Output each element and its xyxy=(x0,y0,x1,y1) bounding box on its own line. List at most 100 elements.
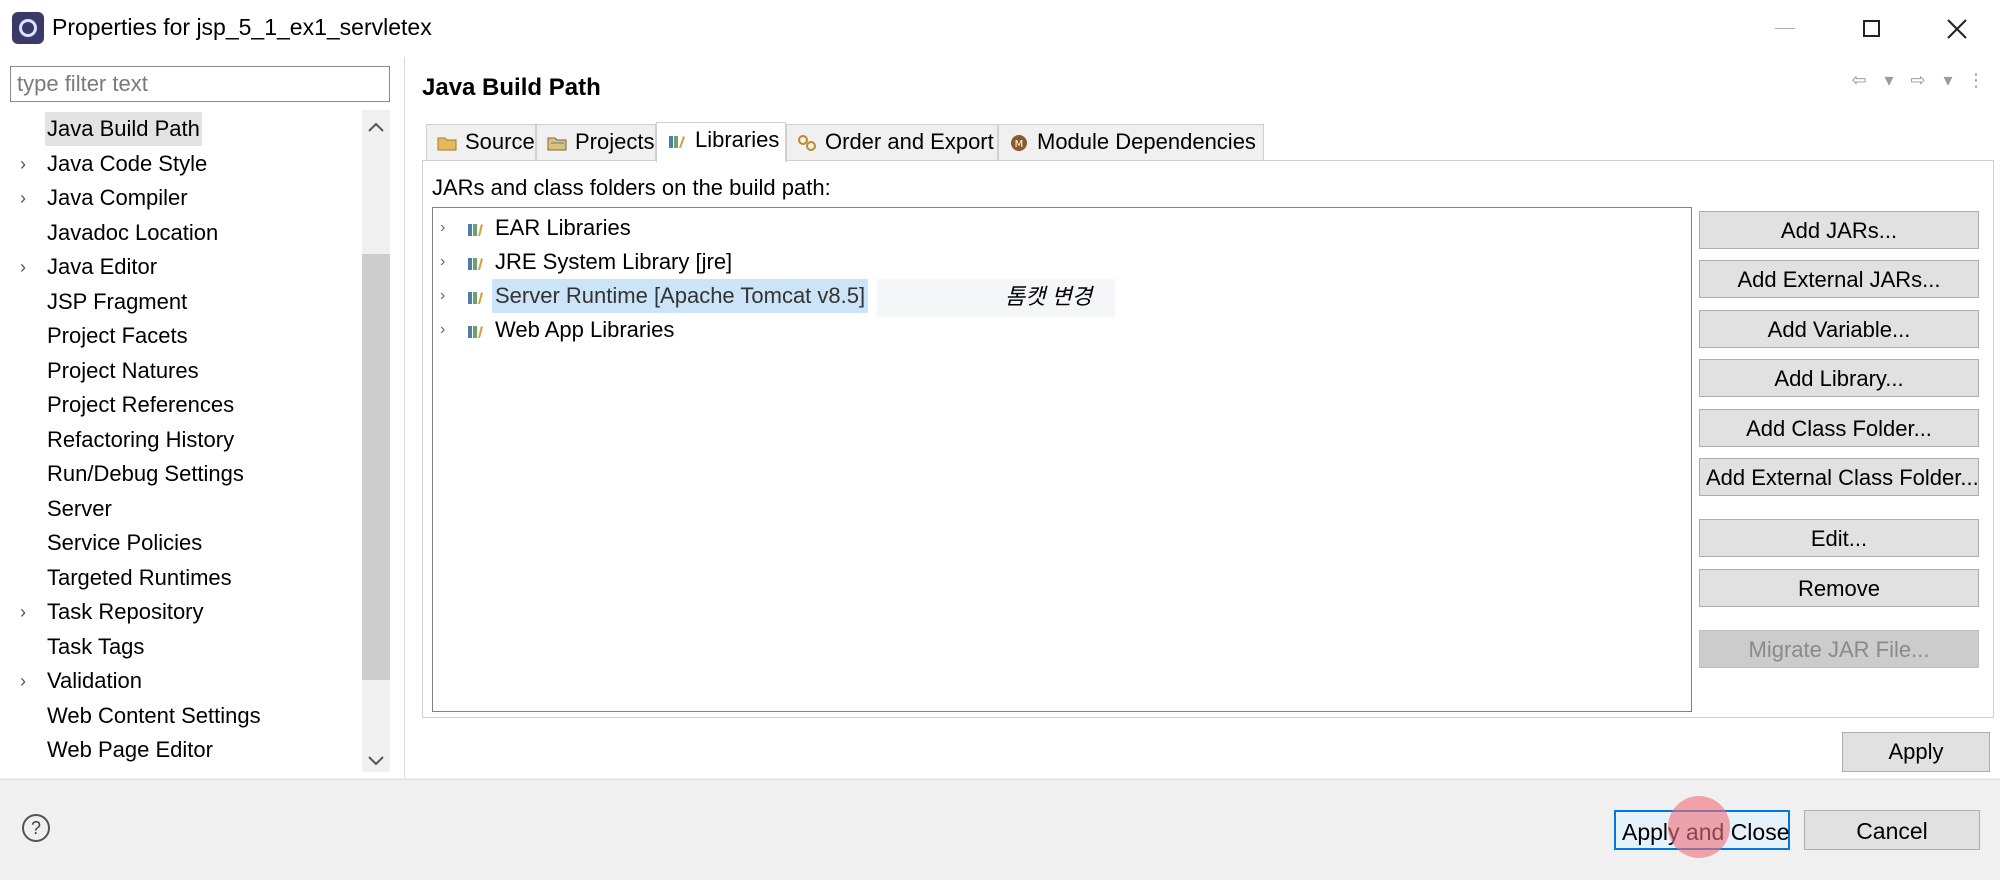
migrate-jar-button: Migrate JAR File... xyxy=(1699,630,1979,668)
expand-icon[interactable]: › xyxy=(440,245,454,279)
build-path-heading: JARs and class folders on the build path… xyxy=(432,175,831,200)
module-icon: M xyxy=(1011,135,1027,151)
nav-item-label: Javadoc Location xyxy=(47,219,219,245)
library-row-jre[interactable]: › JRE System Library [jre] xyxy=(440,245,1440,279)
projects-icon xyxy=(547,137,567,151)
nav-item-label: Project Natures xyxy=(47,357,199,383)
cancel-button[interactable]: Cancel xyxy=(1804,810,1980,850)
tab-libraries[interactable]: Libraries xyxy=(656,122,786,162)
nav-item[interactable]: Refactoring History xyxy=(0,423,360,457)
add-variable-button[interactable]: Add Variable... xyxy=(1699,310,1979,348)
library-row-server-runtime[interactable]: › Server Runtime [Apache Tomcat v8.5] xyxy=(440,279,1440,313)
nav-item[interactable]: Server xyxy=(0,492,360,526)
nav-item-label: Project References xyxy=(47,392,235,417)
library-icon xyxy=(468,292,483,304)
add-external-class-folder-button[interactable]: Add External Class Folder... xyxy=(1699,458,1979,496)
help-icon: ? xyxy=(30,818,41,838)
order-export-icon xyxy=(798,135,816,151)
maximize-button[interactable] xyxy=(1828,0,1914,57)
scroll-up-button[interactable] xyxy=(362,112,390,142)
add-library-button[interactable]: Add Library... xyxy=(1699,359,1979,397)
expand-icon[interactable]: › xyxy=(20,250,34,284)
expand-icon[interactable]: › xyxy=(440,313,454,347)
edit-button[interactable]: Edit... xyxy=(1699,519,1979,557)
tab-label: Libraries xyxy=(695,127,780,152)
filter-input[interactable] xyxy=(10,66,390,102)
minimize-icon xyxy=(1775,28,1795,29)
add-external-jars-button[interactable]: Add External JARs... xyxy=(1699,260,1979,298)
nav-item[interactable]: › Java Compiler xyxy=(0,181,360,215)
view-menu-button[interactable]: ⋮ xyxy=(1965,68,1987,92)
nav-item-label: Service Policies xyxy=(47,530,203,555)
expand-icon[interactable]: › xyxy=(440,211,454,245)
expand-icon[interactable]: › xyxy=(20,147,34,181)
add-jars-button[interactable]: Add JARs... xyxy=(1699,211,1979,249)
nav-item[interactable]: Project References xyxy=(0,388,360,422)
nav-item-label: Task Repository xyxy=(47,599,204,624)
back-menu-button[interactable]: ▾ xyxy=(1878,68,1900,92)
eclipse-app-icon xyxy=(12,12,44,44)
tab-label: Source xyxy=(465,129,535,154)
nav-item[interactable]: Java Build Path xyxy=(0,112,360,146)
minimize-button[interactable] xyxy=(1742,0,1828,57)
add-class-folder-button[interactable]: Add Class Folder... xyxy=(1699,409,1979,447)
tab-label: Projects xyxy=(575,129,655,154)
library-label: JRE System Library [jre] xyxy=(495,249,733,274)
nav-item[interactable]: Service Policies xyxy=(0,526,360,560)
nav-item[interactable]: Javadoc Location xyxy=(0,216,360,250)
nav-item[interactable]: › Validation xyxy=(0,664,360,698)
dropdown-icon: ▾ xyxy=(1943,69,1953,90)
category-scrollbar-thumb[interactable] xyxy=(362,254,390,680)
expand-icon[interactable]: › xyxy=(20,595,34,629)
nav-item[interactable]: › Java Editor xyxy=(0,250,360,284)
nav-item-label: JSP Fragment xyxy=(47,288,188,314)
svg-text:M: M xyxy=(1015,139,1024,150)
page-title: Java Build Path xyxy=(422,74,601,101)
nav-item[interactable]: Web Page Editor xyxy=(0,733,360,767)
window-title: Properties for jsp_5_1_ex1_servletex xyxy=(52,14,432,40)
tab-label: Module Dependencies xyxy=(1037,129,1256,154)
library-row-ear[interactable]: › EAR Libraries xyxy=(440,211,1440,245)
tab-projects[interactable]: Projects xyxy=(536,124,656,160)
source-folder-icon xyxy=(437,137,457,151)
chevron-down-icon xyxy=(368,756,384,766)
nav-item[interactable]: › Java Code Style xyxy=(0,147,360,181)
nav-item[interactable]: Task Tags xyxy=(0,630,360,664)
library-icon xyxy=(468,224,483,236)
tab-order-and-export[interactable]: Order and Export xyxy=(786,124,998,160)
nav-item[interactable]: JSP Fragment xyxy=(0,285,360,319)
library-label: EAR Libraries xyxy=(495,215,631,240)
remove-button[interactable]: Remove xyxy=(1699,569,1979,607)
nav-item-label: Java Build Path xyxy=(45,112,202,146)
forward-menu-button[interactable]: ▾ xyxy=(1937,68,1959,92)
apply-button[interactable]: Apply xyxy=(1842,732,1990,772)
nav-item-label: Web Page Editor xyxy=(47,737,213,762)
tab-module-dependencies[interactable]: M Module Dependencies xyxy=(998,124,1264,160)
close-button[interactable] xyxy=(1914,0,2000,57)
nav-item[interactable]: Run/Debug Settings xyxy=(0,457,360,491)
forward-arrow-icon: ⇨ xyxy=(1910,69,1926,90)
apply-and-close-button[interactable]: Apply and Close xyxy=(1614,810,1790,850)
forward-button[interactable]: ⇨ xyxy=(1907,68,1929,92)
library-icon xyxy=(468,258,483,270)
nav-item[interactable]: Project Facets xyxy=(0,319,360,353)
expand-icon[interactable]: › xyxy=(20,181,34,215)
dropdown-icon: ▾ xyxy=(1884,69,1894,90)
nav-item-label: Validation xyxy=(47,668,142,693)
back-button[interactable]: ⇦ xyxy=(1848,68,1870,92)
tab-source[interactable]: Source xyxy=(426,124,536,160)
help-button[interactable]: ? xyxy=(22,814,50,842)
nav-item-label: Targeted Runtimes xyxy=(47,564,232,590)
nav-item-label: Refactoring History xyxy=(47,426,235,452)
scroll-down-button[interactable] xyxy=(362,746,390,776)
maximize-icon xyxy=(1862,20,1880,37)
expand-icon[interactable]: › xyxy=(440,279,454,313)
library-label: Web App Libraries xyxy=(495,317,675,342)
nav-item[interactable]: Web Content Settings xyxy=(0,699,360,733)
back-arrow-icon: ⇦ xyxy=(1851,69,1867,90)
expand-icon[interactable]: › xyxy=(20,664,34,698)
nav-item[interactable]: Targeted Runtimes xyxy=(0,561,360,595)
library-row-web-app[interactable]: › Web App Libraries xyxy=(440,313,1440,347)
nav-item[interactable]: Project Natures xyxy=(0,354,360,388)
nav-item[interactable]: › Task Repository xyxy=(0,595,360,629)
